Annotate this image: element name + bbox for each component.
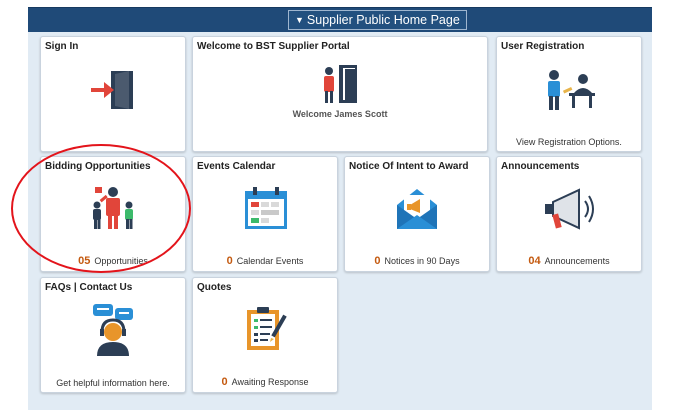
tile-footer: 05 Opportunities <box>41 255 185 267</box>
tile-title: FAQs | Contact Us <box>45 282 133 293</box>
tile-announcements[interactable]: Announcements 04 Announcements <box>496 156 642 272</box>
tile-events-calendar[interactable]: Events Calendar 0 Calendar Events <box>192 156 338 272</box>
notices-count: 0 <box>374 255 381 267</box>
quotes-count: 0 <box>221 376 228 388</box>
tile-title: Bidding Opportunities <box>45 161 151 172</box>
support-agent-icon <box>93 304 133 356</box>
tile-footer: 0 Awaiting Response <box>193 376 337 388</box>
tile-notice-of-intent[interactable]: Notice Of Intent to Award 0 Notices in 90… <box>344 156 490 272</box>
person-door-icon <box>324 65 357 103</box>
megaphone-icon <box>545 188 594 230</box>
notices-label: Notices in 90 Days <box>384 256 460 266</box>
clipboard-pencil-icon <box>247 307 287 350</box>
header-banner: ▼ Supplier Public Home Page <box>28 7 652 32</box>
tile-title: User Registration <box>501 41 585 52</box>
tile-title: Sign In <box>45 41 79 52</box>
envelope-megaphone-icon <box>397 189 437 229</box>
calendar-events-count: 0 <box>226 255 233 267</box>
tile-footer: 04 Announcements <box>497 255 641 267</box>
tile-title: Notice Of Intent to Award <box>349 161 469 172</box>
tile-bidding-opportunities[interactable]: Bidding Opportunities 05 Opportunities <box>40 156 186 272</box>
tile-title: Welcome to BST Supplier Portal <box>197 41 350 52</box>
tile-sign-in[interactable]: Sign In <box>40 36 186 152</box>
tile-footer: Get helpful information here. <box>56 378 170 388</box>
tile-title: Announcements <box>501 161 580 172</box>
registration-people-icon <box>548 70 595 110</box>
tile-footer: View Registration Options. <box>516 137 622 147</box>
tile-footer: 0 Notices in 90 Days <box>345 255 489 267</box>
tile-canvas: Sign In Welcome to BST Supplier Portal W… <box>28 32 652 410</box>
tile-title: Quotes <box>197 282 232 293</box>
calendar-events-label: Calendar Events <box>236 256 304 266</box>
tile-title: Events Calendar <box>197 161 276 172</box>
tile-welcome[interactable]: Welcome to BST Supplier Portal Welcome J… <box>192 36 488 152</box>
opportunities-count: 05 <box>78 255 91 267</box>
quotes-label: Awaiting Response <box>231 377 309 387</box>
opportunities-label: Opportunities <box>94 256 148 266</box>
announcements-count: 04 <box>528 255 541 267</box>
welcome-message: Welcome James Scott <box>292 109 388 119</box>
page-title-dropdown[interactable]: ▼ Supplier Public Home Page <box>288 10 467 30</box>
bidding-people-icon <box>93 187 133 229</box>
tile-faqs-contact[interactable]: FAQs | Contact Us Get helpful informatio… <box>40 277 186 393</box>
page-title: Supplier Public Home Page <box>306 13 460 27</box>
calendar-icon <box>245 187 287 229</box>
announcements-label: Announcements <box>544 256 610 266</box>
tile-user-registration[interactable]: User Registration View Registration Opti… <box>496 36 642 152</box>
tile-footer: 0 Calendar Events <box>193 255 337 267</box>
caret-down-icon: ▼ <box>295 15 304 25</box>
sign-in-door-icon <box>91 71 133 109</box>
tile-quotes[interactable]: Quotes 0 Awaiting Response <box>192 277 338 393</box>
